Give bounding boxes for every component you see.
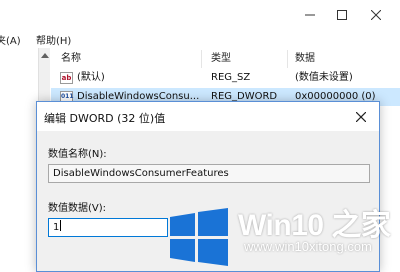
minimize-icon: [305, 14, 315, 16]
scroll-up-arrow-icon[interactable]: [41, 53, 49, 58]
close-window-button[interactable]: [362, 4, 390, 26]
text-caret: [60, 220, 62, 231]
menu-bar: 夹(A) 帮助(H): [0, 30, 400, 48]
watermark-brand: Win10 之家: [238, 209, 391, 242]
column-header-data[interactable]: 数据: [295, 50, 315, 68]
minimize-button[interactable]: [296, 4, 324, 26]
column-divider[interactable]: [287, 50, 288, 68]
dialog-close-button[interactable]: [352, 108, 370, 126]
value-name-field[interactable]: DisableWindowsConsumerFeatures: [48, 164, 370, 183]
maximize-icon: [337, 10, 347, 20]
value-data-input[interactable]: 1: [48, 218, 168, 237]
column-header-type[interactable]: 类型: [211, 50, 231, 68]
dialog-title: 编辑 DWORD (32 位)值: [44, 112, 166, 125]
column-header-name[interactable]: 名称: [61, 50, 81, 68]
window-titlebar: [0, 0, 400, 30]
value-type: REG_SZ: [211, 72, 251, 83]
value-data-text: 1: [53, 222, 60, 233]
windows-logo-icon: [170, 208, 228, 266]
value-data: (数值未设置): [295, 72, 353, 83]
value-row-default[interactable]: ab (默认) REG_SZ (数值未设置): [51, 69, 400, 87]
maximize-button[interactable]: [328, 4, 356, 26]
menu-help[interactable]: 帮助(H): [36, 32, 71, 47]
value-name: (默认): [77, 72, 105, 83]
watermark-url: www.win10xitong.com: [244, 239, 372, 254]
string-value-icon: ab: [60, 72, 73, 84]
menu-favorites[interactable]: 夹(A): [0, 32, 21, 47]
watermark: Win10 之家 www.win10xitong.com: [168, 198, 400, 272]
dialog-titlebar[interactable]: 编辑 DWORD (32 位)值: [37, 102, 379, 131]
value-name-label: 数值名称(N):: [48, 149, 107, 160]
close-icon: [356, 112, 366, 122]
column-divider[interactable]: [201, 50, 202, 68]
value-data-label: 数值数据(V):: [48, 203, 107, 214]
close-icon: [371, 10, 381, 20]
